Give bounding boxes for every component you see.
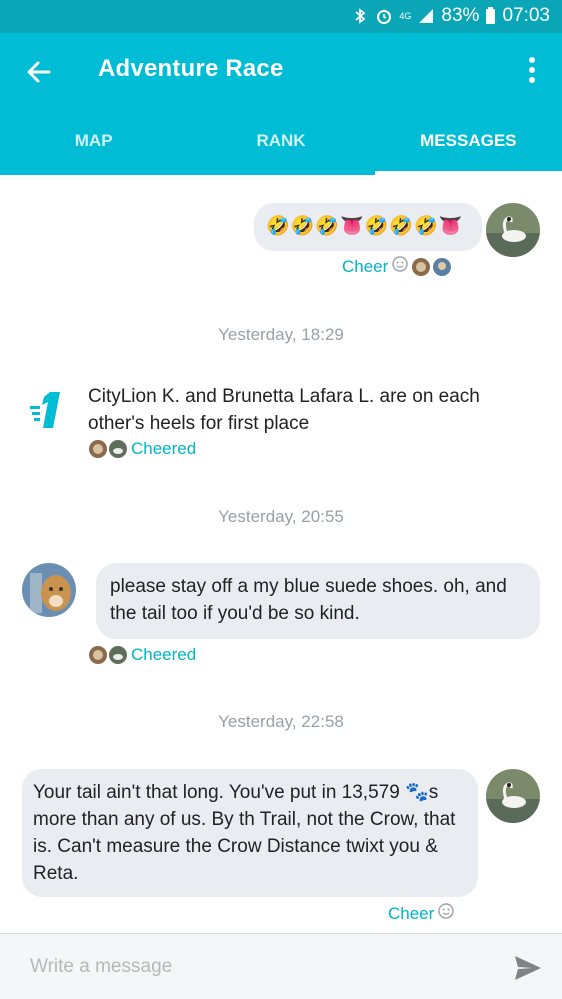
cheered-label[interactable]: Cheered <box>131 439 196 459</box>
status-icons: 4G 83% 07:03 <box>351 5 550 27</box>
tab-map[interactable]: MAP <box>0 123 187 175</box>
avatar-cougar[interactable] <box>22 563 76 617</box>
app-bar: Adventure Race MAP RANK MESSAGES <box>0 33 562 175</box>
tab-rank[interactable]: RANK <box>187 123 374 175</box>
page-title: Adventure Race <box>98 55 284 82</box>
cheerer-avatar-swan <box>109 440 127 458</box>
status-bar: 4G 83% 07:03 <box>0 0 562 33</box>
cheered-row-2: Cheered <box>89 645 196 665</box>
back-arrow-icon[interactable] <box>22 55 56 89</box>
cheered-label[interactable]: Cheered <box>131 645 196 665</box>
bluetooth-icon <box>351 7 369 25</box>
cheer-row-1: Cheer <box>342 255 452 278</box>
message-bubble-2: please stay off a my blue suede shoes. o… <box>96 563 540 639</box>
cheerer-avatar-person <box>433 257 452 276</box>
timestamp-1: Yesterday, 18:29 <box>218 325 344 344</box>
cheerer-avatar-dog <box>89 646 107 664</box>
tab-messages[interactable]: MESSAGES <box>374 123 562 175</box>
message-bubble-3: Your tail ain't that long. You've put in… <box>22 769 478 897</box>
message-feed[interactable]: 🤣🤣🤣👅🤣🤣🤣👅 Cheer Yesterday, 18:29 CityLion… <box>0 175 562 933</box>
cheerer-avatar-dog <box>412 257 431 276</box>
smiley-icon[interactable] <box>391 255 409 278</box>
timestamp-2: Yesterday, 20:55 <box>218 507 344 526</box>
message-input[interactable] <box>30 952 490 982</box>
message-text-2: please stay off a my blue suede shoes. o… <box>110 576 507 624</box>
timestamp-3: Yesterday, 22:58 <box>218 712 344 731</box>
cheer-button[interactable]: Cheer <box>388 904 434 924</box>
avatar-swan[interactable] <box>486 769 540 823</box>
cheerer-avatar-swan <box>109 646 127 664</box>
battery-icon <box>485 7 496 25</box>
message-composer <box>0 933 562 999</box>
network-type-label: 4G <box>399 11 412 21</box>
cheer-row-3: Cheer <box>388 902 455 925</box>
battery-percent: 83% <box>441 5 480 26</box>
tab-bar: MAP RANK MESSAGES <box>0 123 562 175</box>
message-text-3: Your tail ain't that long. You've put in… <box>33 782 456 884</box>
rank-event-text: CityLion K. and Brunetta Lafara L. are o… <box>88 386 480 434</box>
message-emojis: 🤣🤣🤣👅🤣🤣🤣👅 <box>266 216 464 237</box>
cheerer-avatar-dog <box>89 440 107 458</box>
smiley-icon[interactable] <box>437 902 455 925</box>
clock: 07:03 <box>502 5 550 26</box>
cheered-row-1: Cheered <box>89 439 196 459</box>
signal-icon <box>417 7 435 25</box>
alarm-icon <box>375 7 393 25</box>
rank-first-icon <box>28 388 68 432</box>
message-bubble-emojis: 🤣🤣🤣👅🤣🤣🤣👅 <box>254 203 482 251</box>
more-options-icon[interactable] <box>520 55 544 85</box>
avatar-swan[interactable] <box>486 203 540 257</box>
cheer-button[interactable]: Cheer <box>342 257 388 277</box>
send-icon[interactable] <box>512 952 544 984</box>
